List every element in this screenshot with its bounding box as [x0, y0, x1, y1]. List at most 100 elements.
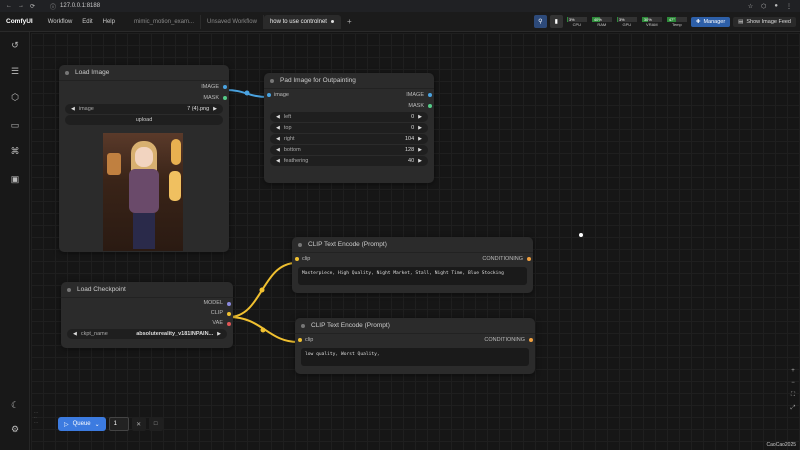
node-load-image[interactable]: Load Image IMAGE MASK ◀ image 7 (4).png … [59, 65, 229, 252]
batch-count-input[interactable]: 1 [108, 417, 129, 431]
bookmark-icon[interactable]: ▮ [549, 15, 563, 28]
arrow-left-icon[interactable]: ◀ [276, 158, 280, 164]
output-dot[interactable] [428, 92, 432, 97]
node-title-bar[interactable]: CLIP Text Encode (Prompt) [295, 318, 535, 334]
queue-button[interactable]: ▷ Queue ⌄ [58, 417, 106, 431]
workflow-tab-active[interactable]: how to use controlnet [263, 14, 341, 29]
theme-moon-icon[interactable]: ☾ [8, 398, 22, 412]
arrow-right-icon[interactable]: ▶ [418, 147, 422, 153]
collapse-dot-icon[interactable] [65, 70, 69, 75]
cube-icon[interactable]: ⬡ [8, 90, 22, 104]
gallery-icon[interactable]: ▣ [8, 172, 22, 186]
arrow-left-icon[interactable]: ◀ [73, 331, 77, 337]
pad-top-widget[interactable]: ◀ top 0 ▶ [270, 123, 428, 133]
menu-help[interactable]: Help [98, 19, 120, 25]
node-title-bar[interactable]: CLIP Text Encode (Prompt) [292, 237, 533, 253]
output-dot[interactable] [227, 301, 231, 306]
arrow-left-icon[interactable]: ◀ [276, 114, 280, 120]
pad-bottom-widget[interactable]: ◀ bottom 128 ▶ [270, 145, 428, 155]
output-dot[interactable] [227, 321, 231, 326]
output-slot-vae[interactable]: VAE [61, 318, 233, 328]
settings-gear-icon[interactable]: ⚙ [8, 422, 22, 436]
ckpt-name-widget[interactable]: ◀ ckpt_name absolutereality_v181INPAIN..… [67, 329, 227, 339]
workflow-tab[interactable]: mimic_motion_exam... [128, 14, 202, 29]
arrow-right-icon[interactable]: ▶ [418, 136, 422, 142]
input-slot-image[interactable]: image IMAGE [264, 89, 434, 100]
info-icon[interactable]: ⓘ [50, 2, 56, 11]
pad-left-widget[interactable]: ◀ left 0 ▶ [270, 112, 428, 122]
output-dot[interactable] [227, 311, 231, 316]
arrow-left-icon[interactable]: ◀ [276, 136, 280, 142]
pad-feathering-widget[interactable]: ◀ feathering 40 ▶ [270, 156, 428, 166]
cancel-icon[interactable]: ✕ [131, 417, 146, 431]
prompt-textarea[interactable]: Masterpiece, High Quality, Night Market,… [298, 267, 527, 285]
output-dot[interactable] [223, 95, 227, 100]
node-title-bar[interactable]: Load Image [59, 65, 229, 81]
node-title-bar[interactable]: Load Checkpoint [61, 282, 233, 298]
link-visibility-icon[interactable]: ⤢ [791, 405, 796, 412]
slot-label: clip [305, 336, 314, 343]
show-image-feed-button[interactable]: ▤ Show Image Feed [733, 16, 796, 27]
node-title-bar[interactable]: Pad Image for Outpainting [264, 73, 434, 89]
history-icon[interactable]: ↺ [8, 38, 22, 52]
zoom-in-icon[interactable]: + [791, 368, 795, 374]
arrow-left-icon[interactable]: ◀ [276, 147, 280, 153]
input-slot-clip[interactable]: clip CONDITIONING [295, 334, 535, 345]
bookmark-star-icon[interactable]: ☆ [748, 3, 753, 10]
fit-view-icon[interactable]: ⛶ [791, 392, 795, 399]
profile-icon[interactable]: ● [774, 3, 778, 10]
arrow-right-icon[interactable]: ▶ [418, 158, 422, 164]
node-clip-text-encode-negative[interactable]: CLIP Text Encode (Prompt) clip CONDITION… [295, 318, 535, 374]
collapse-dot-icon[interactable] [298, 242, 302, 247]
input-dot[interactable] [267, 92, 271, 97]
collapse-dot-icon[interactable] [270, 78, 274, 83]
chevron-down-icon[interactable]: ⌄ [95, 421, 100, 428]
output-dot[interactable] [428, 103, 432, 108]
broom-icon[interactable]: ⚲ [533, 15, 547, 28]
arrow-right-icon[interactable]: ▶ [418, 125, 422, 131]
input-dot[interactable] [298, 337, 302, 342]
output-slot-clip[interactable]: CLIP [61, 308, 233, 318]
workflow-tab[interactable]: Unsaved Workflow [201, 14, 264, 29]
arrow-right-icon[interactable]: ▶ [217, 331, 221, 337]
workflow-tree-icon[interactable]: ⌘ [8, 144, 22, 158]
output-dot[interactable] [527, 256, 531, 261]
extension-icon[interactable]: ⬡ [761, 3, 766, 10]
output-slot-image[interactable]: IMAGE [59, 81, 229, 92]
pad-right-widget[interactable]: ◀ right 104 ▶ [270, 134, 428, 144]
stop-icon[interactable]: □ [148, 417, 163, 431]
output-slot-mask[interactable]: MASK [59, 92, 229, 103]
input-dot[interactable] [295, 256, 299, 261]
output-dot[interactable] [529, 337, 533, 342]
output-dot[interactable] [223, 84, 227, 89]
image-select-widget[interactable]: ◀ image 7 (4).png ▶ [65, 104, 223, 114]
node-pad-image[interactable]: Pad Image for Outpainting image IMAGE MA… [264, 73, 434, 183]
upload-button[interactable]: upload [65, 115, 223, 125]
arrow-right-icon[interactable]: ▶ [418, 114, 422, 120]
collapse-dot-icon[interactable] [301, 323, 305, 328]
new-tab-button[interactable]: + [341, 17, 358, 26]
address-bar[interactable]: 127.0.0.1:8188 [60, 3, 100, 9]
arrow-left-icon[interactable]: ◀ [276, 125, 280, 131]
queue-list-icon[interactable]: ☰ [8, 64, 22, 78]
zoom-out-icon[interactable]: − [791, 380, 795, 386]
arrow-right-icon[interactable]: ▶ [213, 106, 217, 112]
folder-icon[interactable]: ▭ [8, 118, 22, 132]
prompt-textarea[interactable]: low quality, Worst Quality, [301, 348, 529, 366]
node-load-checkpoint[interactable]: Load Checkpoint MODEL CLIP VAE ◀ ckpt_na… [61, 282, 233, 348]
collapse-dot-icon[interactable] [67, 287, 71, 292]
unsaved-dot-icon [330, 20, 334, 23]
menu-workflow[interactable]: Workflow [43, 19, 78, 25]
app-menubar: ComfyUI Workflow Edit Help mimic_motion_… [0, 12, 800, 32]
menu-edit[interactable]: Edit [77, 19, 97, 25]
node-clip-text-encode-positive[interactable]: CLIP Text Encode (Prompt) clip CONDITION… [292, 237, 533, 293]
menu-dots-icon[interactable]: ⋮ [786, 3, 792, 10]
back-icon[interactable]: ← [6, 3, 12, 10]
arrow-left-icon[interactable]: ◀ [71, 106, 75, 112]
output-slot-model[interactable]: MODEL [61, 298, 233, 308]
input-slot-clip[interactable]: clip CONDITIONING [292, 253, 533, 264]
output-slot-mask[interactable]: MASK [264, 100, 434, 111]
manager-button[interactable]: ✚ Manager [690, 16, 731, 27]
forward-icon[interactable]: → [18, 3, 24, 10]
reload-icon[interactable]: ⟳ [30, 3, 35, 10]
